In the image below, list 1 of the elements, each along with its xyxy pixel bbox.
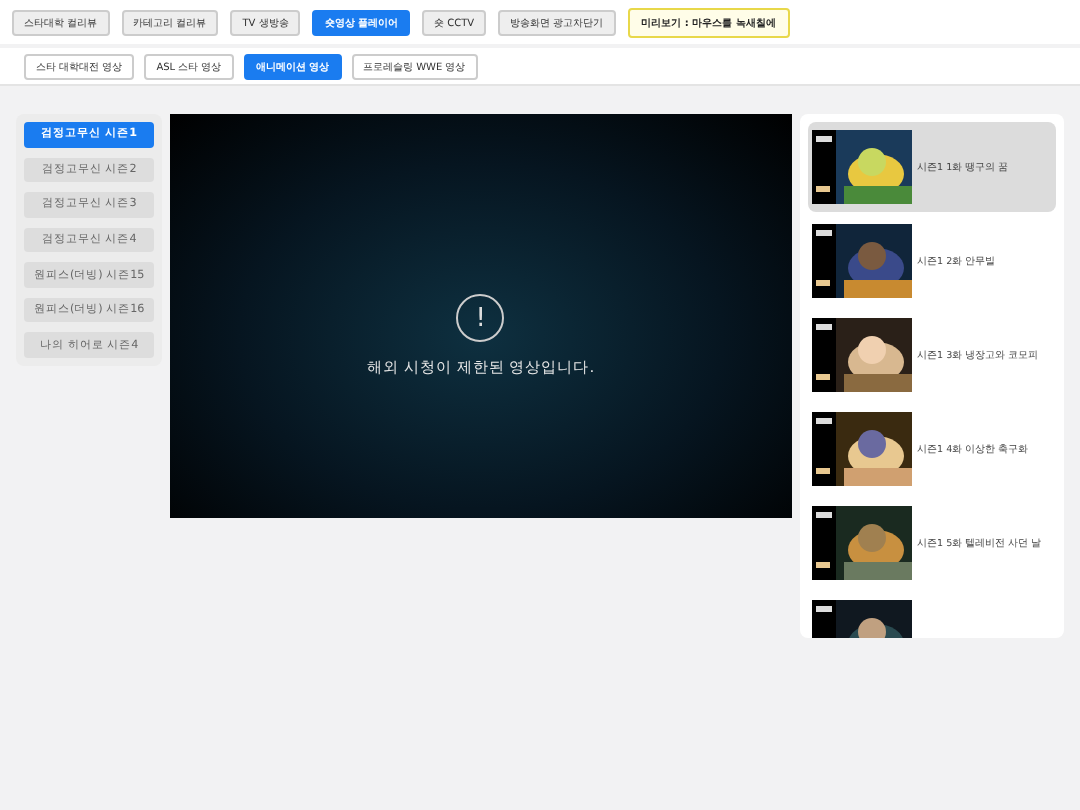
alert-icon: !: [456, 294, 505, 342]
